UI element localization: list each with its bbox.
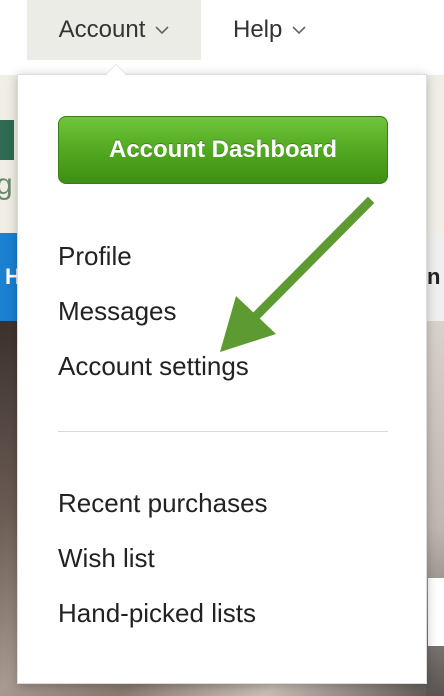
account-menu-label: Account [58,16,146,43]
site-logo-text: g [0,168,13,201]
menu-item-messages[interactable]: Messages [58,296,177,327]
help-menu-trigger[interactable]: Help [233,0,306,60]
menu-item-recent-purchases[interactable]: Recent purchases [58,488,268,519]
menu-item-hand-picked-lists[interactable]: Hand-picked lists [58,598,256,629]
account-menu-trigger[interactable]: Account [27,0,201,60]
help-menu-label: Help [233,16,283,43]
site-logo-fragment [0,120,14,160]
menu-item-profile[interactable]: Profile [58,241,132,272]
chevron-down-icon [155,26,169,35]
account-dashboard-button[interactable]: Account Dashboard [58,116,388,184]
dropdown-pointer [106,65,126,75]
category-tab-left[interactable]: H [0,233,21,321]
top-navigation-bar: Account Help [0,0,444,60]
menu-item-wish-list[interactable]: Wish list [58,543,155,574]
category-tab-right-letter: n [427,264,441,289]
account-dropdown-menu: Account Dashboard Profile Messages Accou… [17,74,427,684]
background-card-fragment [428,578,444,646]
menu-divider [58,431,388,432]
menu-item-account-settings[interactable]: Account settings [58,351,249,382]
chevron-down-icon [292,26,306,35]
category-tab-right[interactable]: n [426,233,444,321]
